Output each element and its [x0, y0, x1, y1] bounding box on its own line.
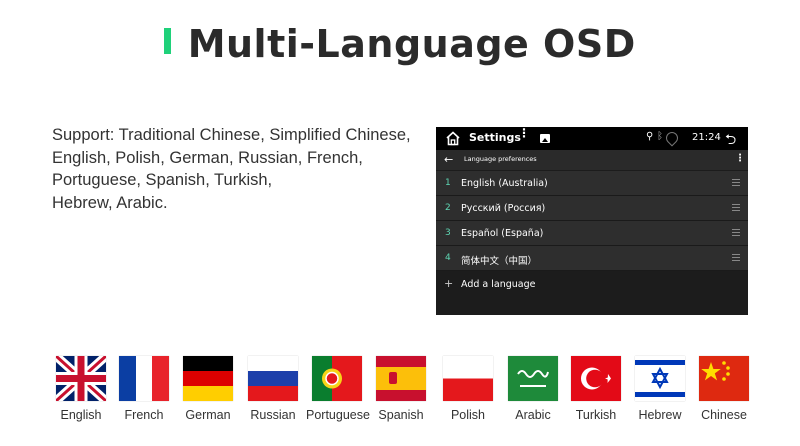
flag-item-french: French	[113, 356, 175, 422]
flag-item-hebrew: Hebrew	[629, 356, 691, 422]
clock: 21:24	[692, 132, 721, 143]
item-number: 4	[445, 253, 451, 263]
accent-bar	[164, 28, 172, 54]
flag-item-portuguese: Portuguese	[306, 356, 370, 422]
location-icon: ⚲	[646, 131, 654, 142]
item-number: 3	[445, 228, 451, 238]
list-item[interactable]: 4 简体中文（中国）	[436, 246, 748, 271]
flag-row: English French German Russian Portuguese…	[50, 356, 760, 426]
israel-flag-icon	[635, 356, 685, 401]
flag-label: Hebrew	[638, 408, 682, 422]
russia-flag-icon	[248, 356, 298, 401]
bluetooth-icon: ᛒ	[657, 131, 663, 142]
germany-flag-icon	[183, 356, 233, 401]
plus-icon: +	[444, 277, 454, 290]
wifi-icon	[663, 129, 681, 147]
list-item[interactable]: 1 English (Australia)	[436, 171, 748, 196]
toolbar-title: Language preferences	[464, 155, 537, 163]
drag-handle-icon[interactable]	[732, 204, 740, 213]
flag-item-chinese: Chinese	[693, 356, 755, 422]
page-header: Multi-Language OSD	[0, 22, 800, 66]
flag-label: Russian	[250, 408, 296, 422]
image-icon	[540, 134, 550, 143]
support-line: English, Polish, German, Russian, French…	[52, 148, 363, 167]
uk-flag-icon	[56, 356, 106, 401]
flag-item-german: German	[177, 356, 239, 422]
flag-item-english: English	[50, 356, 112, 422]
drag-handle-icon[interactable]	[732, 254, 740, 263]
flag-label: French	[124, 408, 164, 422]
app-title: Settings	[469, 131, 521, 144]
home-icon[interactable]	[445, 131, 461, 146]
flag-label: Polish	[450, 408, 486, 422]
more-vert-icon[interactable]: ⋮	[518, 127, 530, 139]
add-language-label: Add a language	[461, 279, 536, 290]
flag-label: Portuguese	[306, 408, 370, 422]
saudi-flag-icon	[508, 356, 558, 401]
support-line: Portuguese, Spanish, Turkish,	[52, 171, 273, 189]
china-flag-icon	[699, 356, 749, 401]
flag-label: German	[185, 408, 231, 422]
flag-label: Turkish	[575, 408, 617, 422]
language-name: Español (España)	[461, 228, 544, 239]
flag-item-polish: Polish	[437, 356, 499, 422]
item-number: 1	[445, 178, 451, 188]
back-arrow-icon[interactable]: ←	[444, 153, 453, 166]
flag-item-russian: Russian	[242, 356, 304, 422]
add-language-button[interactable]: + Add a language	[436, 271, 748, 297]
portugal-flag-icon	[312, 356, 362, 401]
flag-label: Chinese	[701, 408, 747, 422]
support-line: Hebrew, Arabic.	[52, 193, 168, 212]
flag-item-spanish: Spanish	[370, 356, 432, 422]
language-name: English (Australia)	[461, 178, 548, 189]
language-list: 1 English (Australia) 2 Русский (Россия)…	[436, 171, 748, 297]
page-title: Multi-Language OSD	[187, 22, 636, 66]
flag-label: English	[60, 408, 102, 422]
poland-flag-icon	[443, 356, 493, 401]
device-screen: Settings ⋮ ⚲ ᛒ 21:24 ⮌ ← Language prefer…	[436, 127, 748, 315]
flag-item-arabic: Arabic	[502, 356, 564, 422]
status-bar: Settings ⋮ ⚲ ᛒ 21:24 ⮌	[436, 127, 748, 150]
list-item[interactable]: 2 Русский (Россия)	[436, 196, 748, 221]
spain-flag-icon	[376, 356, 426, 401]
turkey-flag-icon	[571, 356, 621, 401]
support-line: Support: Traditional Chinese, Simplified…	[52, 126, 411, 144]
flag-label: Spanish	[378, 408, 424, 422]
flag-item-turkish: Turkish	[565, 356, 627, 422]
language-name: 简体中文（中国）	[461, 256, 538, 267]
toolbar: ← Language preferences ⋮	[436, 150, 748, 170]
drag-handle-icon[interactable]	[732, 179, 740, 188]
flag-label: Arabic	[515, 408, 551, 422]
support-description: Support: Traditional Chinese, Simplified…	[52, 124, 432, 214]
drag-handle-icon[interactable]	[732, 229, 740, 238]
list-item[interactable]: 3 Español (España)	[436, 221, 748, 246]
item-number: 2	[445, 203, 451, 213]
language-name: Русский (Россия)	[461, 203, 546, 214]
france-flag-icon	[119, 356, 169, 401]
overflow-menu-icon[interactable]: ⋮	[735, 153, 745, 164]
